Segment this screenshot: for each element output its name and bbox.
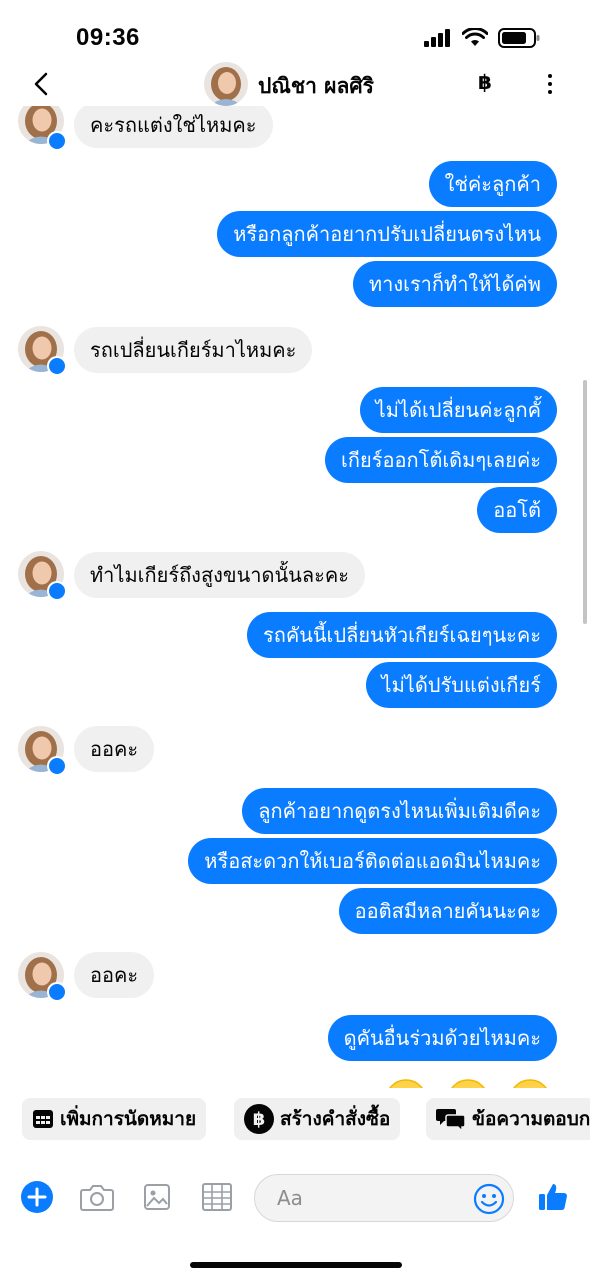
outgoing-message[interactable]: หรือสะดวกให้เบอร์ติดต่อแอดมินไหมคะ bbox=[188, 838, 557, 884]
battery-icon bbox=[498, 28, 540, 48]
gallery-button[interactable] bbox=[140, 1180, 174, 1214]
outgoing-message[interactable]: ลูกค้าอยากดูตรงไหนเพิ่มเติมดีคะ bbox=[242, 788, 557, 834]
more-options-button[interactable] bbox=[538, 70, 562, 98]
chat-bubbles-icon bbox=[436, 1109, 466, 1132]
plus-circle-icon bbox=[21, 1181, 53, 1213]
camera-icon bbox=[80, 1185, 114, 1211]
outgoing-message[interactable]: หรือกลูกค้าอยากปรับเปลี่ยนตรงไหน bbox=[217, 211, 557, 257]
outgoing-message[interactable]: ทางเราก็ทำให้ได้ค่พ bbox=[352, 261, 557, 307]
create-order-label: สร้างคำสั่งซื้อ bbox=[280, 1108, 391, 1130]
message-input-placeholder: Aa bbox=[277, 1186, 303, 1210]
create-order-button[interactable]: ฿ สร้างคำสั่งซื้อ bbox=[234, 1098, 401, 1140]
back-button[interactable] bbox=[26, 68, 56, 100]
contact-name[interactable]: ปณิชา ผลศิริ bbox=[258, 70, 374, 103]
incoming-message[interactable]: ออคะ bbox=[74, 952, 155, 998]
contact-avatar[interactable] bbox=[204, 62, 248, 106]
message-composer: Aa bbox=[0, 1164, 590, 1230]
quick-actions-bar: เพิ่มการนัดหมาย ฿ สร้างคำสั่งซื้อ ข้อควา… bbox=[0, 1092, 590, 1148]
incoming-message[interactable]: รถเปลี่ยนเกียร์มาไหมคะ bbox=[74, 327, 313, 373]
outgoing-message[interactable]: ดูคันอื่นร่วมด้วยไหมคะ bbox=[327, 1015, 557, 1061]
cellular-signal-icon bbox=[424, 29, 450, 47]
saved-replies-label: ข้อความตอบก bbox=[472, 1108, 590, 1130]
baht-payment-button[interactable]: ฿ bbox=[478, 70, 492, 94]
outgoing-message[interactable]: รถคันนี้เปลี่ยนหัวเกียร์เฉยๆนะคะ bbox=[246, 612, 557, 658]
messenger-badge-icon bbox=[47, 356, 67, 376]
wifi-icon bbox=[462, 28, 488, 46]
chat-scrollbar[interactable] bbox=[583, 380, 587, 624]
image-icon bbox=[144, 1184, 170, 1210]
calendar-icon bbox=[33, 1110, 53, 1128]
outgoing-message[interactable]: ไม่ได้ปรับแต่งเกียร์ bbox=[365, 662, 557, 708]
incoming-message[interactable]: คะรถแต่งใช่ไหมคะ bbox=[74, 106, 273, 148]
messenger-badge-icon bbox=[47, 756, 67, 776]
status-icons bbox=[424, 28, 540, 48]
chevron-left-icon bbox=[34, 72, 48, 96]
outgoing-message[interactable]: ออติสมีหลายคันนะคะ bbox=[338, 888, 557, 934]
message-input[interactable]: Aa bbox=[254, 1174, 514, 1222]
outgoing-message[interactable]: เกียร์ออกโต้เดิมๆเลยค่ะ bbox=[325, 437, 557, 483]
like-button[interactable] bbox=[536, 1180, 570, 1214]
add-appointment-label: เพิ่มการนัดหมาย bbox=[60, 1108, 197, 1130]
calendar-button[interactable] bbox=[200, 1180, 234, 1214]
thumbs-up-icon bbox=[539, 1184, 567, 1211]
status-bar: 09:36 bbox=[0, 0, 590, 62]
incoming-message[interactable]: ทำไมเกียร์ถึงสูงขนาดนั้นละคะ bbox=[74, 552, 365, 598]
add-appointment-button[interactable]: เพิ่มการนัดหมาย bbox=[22, 1098, 207, 1140]
emoji-icon[interactable] bbox=[473, 1183, 505, 1215]
message-thread[interactable]: คะรถแต่งใช่ไหมคะ ใช่ค่ะลูกค้า หรือกลูกค้… bbox=[0, 106, 590, 1088]
messenger-badge-icon bbox=[47, 581, 67, 601]
camera-button[interactable] bbox=[80, 1180, 114, 1214]
incoming-message[interactable]: ออคะ bbox=[74, 726, 155, 772]
conversation-header: ปณิชา ผลศิริ ฿ bbox=[0, 62, 590, 106]
baht-circle-icon: ฿ bbox=[244, 1104, 274, 1134]
status-time: 09:36 bbox=[76, 24, 140, 51]
messenger-badge-icon bbox=[47, 982, 67, 1002]
outgoing-message[interactable]: ใช่ค่ะลูกค้า bbox=[428, 161, 557, 207]
home-indicator[interactable] bbox=[190, 1262, 402, 1268]
plus-button[interactable] bbox=[20, 1180, 54, 1214]
reaction-emoji-icon bbox=[451, 1079, 485, 1088]
saved-replies-button[interactable]: ข้อความตอบก bbox=[426, 1098, 590, 1140]
calendar-grid-icon bbox=[202, 1183, 232, 1211]
outgoing-message[interactable]: ไม่ได้เปลี่ยนค่ะลูกคั้ bbox=[359, 387, 557, 433]
outgoing-message[interactable]: ออโต้ bbox=[477, 487, 557, 533]
reaction-emoji-icon bbox=[513, 1079, 547, 1088]
reaction-emoji-icon bbox=[389, 1079, 423, 1088]
messenger-badge-icon bbox=[47, 131, 67, 151]
